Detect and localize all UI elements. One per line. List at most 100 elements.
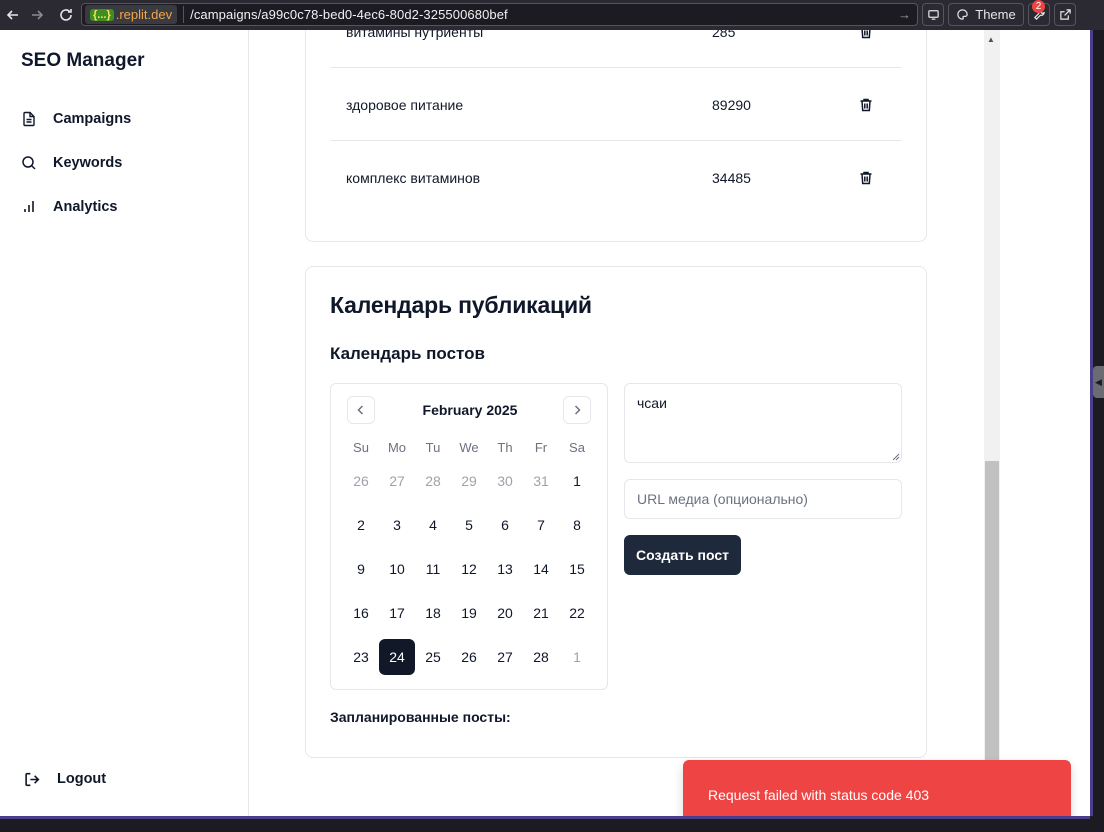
bar-chart-icon <box>24 201 34 212</box>
calendar-day[interactable]: 23 <box>343 639 379 675</box>
sidebar: SEO Manager Campaigns Keywords Analytics… <box>0 30 249 816</box>
calendar-day[interactable]: 27 <box>379 463 415 499</box>
panel-collapse-handle[interactable]: ◀ <box>1093 366 1104 398</box>
calendar-day[interactable]: 27 <box>487 639 523 675</box>
calendar-day[interactable]: 5 <box>451 507 487 543</box>
arrow-right-icon <box>32 10 44 20</box>
search-icon <box>22 156 36 170</box>
keyword-name: здоровое питание <box>346 97 464 113</box>
calendar-day[interactable]: 1 <box>559 639 595 675</box>
calendar-day[interactable]: 2 <box>343 507 379 543</box>
calendar-day[interactable]: 21 <box>523 595 559 631</box>
host-badge: {...} .replit.dev <box>85 5 178 24</box>
create-post-button[interactable]: Создать пост <box>624 535 741 575</box>
delete-keyword-button[interactable] <box>856 95 876 115</box>
calendar-day[interactable]: 26 <box>451 639 487 675</box>
date-picker: February 2025 Su Mo Tu We Th Fr Sa 26 27 28 29 30 31… <box>330 383 608 690</box>
section-subtitle: Календарь постов <box>330 344 485 363</box>
calendar-day[interactable]: 4 <box>415 507 451 543</box>
calendar-day[interactable]: 7 <box>523 507 559 543</box>
notification-badge: 2 <box>1032 0 1045 13</box>
error-toast[interactable]: Request failed with status code 403 <box>683 760 1071 816</box>
sidebar-item-analytics[interactable]: Analytics <box>21 195 117 219</box>
arrow-left-icon <box>6 10 18 20</box>
keyword-volume: 285 <box>712 30 736 40</box>
window-frame-bottom <box>0 816 1104 832</box>
calendar-day[interactable]: 22 <box>559 595 595 631</box>
trash-icon <box>861 30 871 39</box>
back-button[interactable] <box>0 2 26 28</box>
calendar-day[interactable]: 19 <box>451 595 487 631</box>
media-url-input[interactable] <box>624 479 902 519</box>
weekday-header: Sa <box>569 439 585 455</box>
calendar-day[interactable]: 26 <box>343 463 379 499</box>
calendar-day[interactable]: 10 <box>379 551 415 587</box>
calendar-day[interactable]: 20 <box>487 595 523 631</box>
sidebar-item-label: Keywords <box>53 155 123 171</box>
calendar-day[interactable]: 16 <box>343 595 379 631</box>
chevron-right-icon <box>574 405 581 415</box>
forward-button[interactable] <box>24 2 50 28</box>
main-content: витамины нутриенты 285 здоровое питание … <box>250 30 984 816</box>
calendar-day[interactable]: 14 <box>523 551 559 587</box>
keyword-name: комплекс витаминов <box>346 170 481 186</box>
scroll-up-arrow-icon[interactable]: ▲ <box>987 35 995 44</box>
scheduled-posts-label: Запланированные посты: <box>330 709 511 725</box>
logout-icon <box>25 772 40 786</box>
calendar-day[interactable]: 28 <box>523 639 559 675</box>
palette-icon <box>957 9 969 20</box>
sidebar-item-campaigns[interactable]: Campaigns <box>21 107 131 131</box>
url-separator <box>183 6 185 23</box>
brand-title: SEO Manager <box>21 50 145 71</box>
toolbar-actions: Theme 2 <box>922 0 1076 26</box>
calendar-day[interactable]: 13 <box>487 551 523 587</box>
scrollbar-thumb[interactable] <box>985 461 999 791</box>
calendar-day[interactable]: 30 <box>487 463 523 499</box>
post-content-textarea[interactable] <box>624 383 902 463</box>
calendar-day[interactable]: 1 <box>559 463 595 499</box>
calendar-day[interactable]: 18 <box>415 595 451 631</box>
calendar-grid: Su Mo Tu We Th Fr Sa 26 27 28 29 30 31 1 2 3 4 5 6 7 8 9 10 11 1… <box>343 435 595 679</box>
calendar-day[interactable]: 9 <box>343 551 379 587</box>
logout-button[interactable]: Logout <box>24 767 106 791</box>
delete-keyword-button[interactable] <box>856 168 876 188</box>
calendar-day[interactable]: 17 <box>379 595 415 631</box>
calendar-day[interactable]: 3 <box>379 507 415 543</box>
weekday-header: Fr <box>534 439 548 455</box>
weekday-header: We <box>459 439 479 455</box>
keyword-volume: 34485 <box>712 170 751 186</box>
calendar-day[interactable]: 31 <box>523 463 559 499</box>
next-month-button[interactable] <box>563 396 591 424</box>
calendar-day[interactable]: 12 <box>451 551 487 587</box>
weekday-header: Su <box>353 439 369 455</box>
theme-button[interactable]: Theme <box>948 3 1024 26</box>
sidebar-item-label: Analytics <box>53 199 118 215</box>
reload-button[interactable] <box>53 2 79 28</box>
table-row: витамины нутриенты 285 <box>330 30 902 68</box>
calendar-day[interactable]: 6 <box>487 507 523 543</box>
resize-handle-icon[interactable] <box>890 451 900 461</box>
url-path: /campaigns/a99c0c78-bed0-4ec6-80d2-32550… <box>190 7 508 22</box>
app-viewport: SEO Manager Campaigns Keywords Analytics… <box>0 30 1090 816</box>
delete-keyword-button[interactable] <box>856 30 876 42</box>
address-bar[interactable]: {...} .replit.dev /campaigns/a99c0c78-be… <box>81 3 918 26</box>
calendar-day-selected[interactable]: 24 <box>379 639 415 675</box>
document-icon <box>23 111 35 127</box>
go-arrow-icon[interactable]: → <box>898 7 911 22</box>
sidebar-item-label: Campaigns <box>53 111 132 127</box>
section-title: Календарь публикаций <box>330 292 592 318</box>
calendar-day[interactable]: 29 <box>451 463 487 499</box>
table-row: здоровое питание 89290 <box>330 68 902 141</box>
calendar-day[interactable]: 15 <box>559 551 595 587</box>
scrollbar[interactable]: ▲ ▼ <box>984 30 1000 816</box>
calendar-day[interactable]: 11 <box>415 551 451 587</box>
calendar-day[interactable]: 28 <box>415 463 451 499</box>
open-new-tab-button[interactable] <box>1054 3 1076 26</box>
devtools-button[interactable]: 2 <box>1028 0 1050 26</box>
monitor-icon <box>927 10 939 20</box>
devices-button[interactable] <box>922 3 944 26</box>
sidebar-item-keywords[interactable]: Keywords <box>21 151 122 175</box>
keywords-card: витамины нутриенты 285 здоровое питание … <box>305 30 927 242</box>
calendar-day[interactable]: 8 <box>559 507 595 543</box>
calendar-day[interactable]: 25 <box>415 639 451 675</box>
